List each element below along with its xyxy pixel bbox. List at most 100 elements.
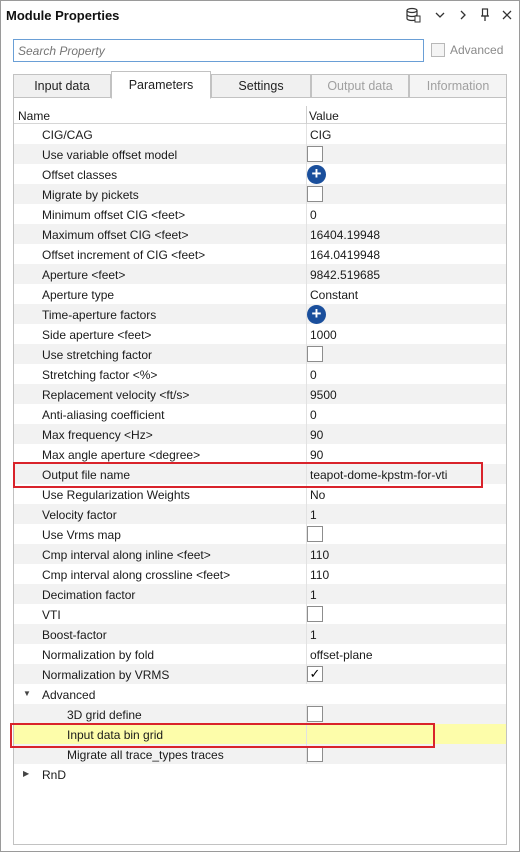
property-name: Aperture <feet> [42,268,126,282]
expand-arrow-icon[interactable]: ▼ [23,689,31,698]
collapse-arrow-icon[interactable]: ▶ [23,769,29,778]
property-checkbox[interactable] [307,606,323,622]
advanced-label: Advanced [450,43,504,57]
property-value[interactable]: 0 [310,208,317,222]
property-value[interactable]: 110 [310,568,329,582]
database-icon[interactable] [403,6,423,24]
property-name: Cmp interval along inline <feet> [42,548,211,562]
property-value[interactable]: 90 [310,428,323,442]
property-value[interactable]: Constant [310,288,358,302]
property-value[interactable]: 9500 [310,388,337,402]
property-value[interactable]: teapot-dome-kpstm-for-vti [310,468,447,482]
property-row[interactable]: Output file name teapot-dome-kpstm-for-vt… [14,464,506,484]
property-row[interactable]: Use Vrms map [14,524,506,544]
property-row[interactable]: Decimation factor 1 [14,584,506,604]
property-row[interactable]: Cmp interval along inline <feet> 110 [14,544,506,564]
property-value[interactable]: 0 [310,408,317,422]
property-row[interactable]: Replacement velocity <ft/s> 9500 [14,384,506,404]
property-name: Minimum offset CIG <feet> [42,208,186,222]
tab-settings[interactable]: Settings [211,74,311,98]
property-value[interactable]: offset-plane [310,648,373,662]
property-value[interactable]: 1 [310,508,317,522]
property-row[interactable]: ▶ RnD [14,764,506,784]
property-name: Migrate all trace_types traces [67,748,224,762]
property-checkbox[interactable] [307,346,323,362]
property-value[interactable]: No [310,488,325,502]
property-name: Use variable offset model [42,148,178,162]
property-row[interactable]: Max frequency <Hz> 90 [14,424,506,444]
property-checkbox[interactable] [307,186,323,202]
property-checkbox[interactable]: ✓ [307,666,323,682]
property-value[interactable]: 9842.519685 [310,268,380,282]
property-row[interactable]: Input data bin grid [14,724,506,744]
tab-parameters[interactable]: Parameters [111,71,211,99]
property-row[interactable]: Stretching factor <%> 0 [14,364,506,384]
add-item-icon[interactable]: + [307,305,326,324]
property-checkbox[interactable] [307,146,323,162]
property-row[interactable]: Normalization by VRMS ✓ [14,664,506,684]
property-checkbox[interactable] [307,526,323,542]
tab-output-data[interactable]: Output data [311,74,409,98]
property-row[interactable]: Use Regularization Weights No [14,484,506,504]
property-row[interactable]: Velocity factor 1 [14,504,506,524]
chevron-right-icon[interactable] [456,6,470,24]
property-value[interactable]: 16404.19948 [310,228,380,242]
property-name: Offset classes [42,168,118,182]
property-checkbox[interactable] [307,746,323,762]
property-name: Stretching factor <%> [42,368,158,382]
property-name: Use Vrms map [42,528,121,542]
property-row[interactable]: Aperture <feet> 9842.519685 [14,264,506,284]
property-name: Decimation factor [42,588,136,602]
property-row[interactable]: Time-aperture factors + [14,304,506,324]
property-row[interactable]: Migrate all trace_types traces [14,744,506,764]
property-name: Use Regularization Weights [42,488,190,502]
property-row[interactable]: CIG/CAG CIG [14,124,506,144]
property-name: Max frequency <Hz> [42,428,153,442]
property-value[interactable]: 164.0419948 [310,248,380,262]
chevron-down-icon[interactable] [433,6,447,24]
property-value[interactable]: 1 [310,628,317,642]
property-checkbox[interactable] [307,706,323,722]
property-row[interactable]: Minimum offset CIG <feet> 0 [14,204,506,224]
property-name: Advanced [42,688,96,702]
property-row[interactable]: 3D grid define [14,704,506,724]
property-value[interactable]: 0 [310,368,317,382]
property-row[interactable]: Side aperture <feet> 1000 [14,324,506,344]
property-row[interactable]: Cmp interval along crossline <feet> 110 [14,564,506,584]
add-item-icon[interactable]: + [307,165,326,184]
property-name: Migrate by pickets [42,188,139,202]
property-name: Replacement velocity <ft/s> [42,388,190,402]
property-name: CIG/CAG [42,128,93,142]
property-value[interactable]: 110 [310,548,329,562]
search-property-input[interactable] [13,39,424,62]
property-row[interactable]: Anti-aliasing coefficient 0 [14,404,506,424]
property-row[interactable]: ▼ Advanced [14,684,506,704]
property-row[interactable]: Maximum offset CIG <feet> 16404.19948 [14,224,506,244]
column-header-value[interactable]: Value [309,109,339,123]
grid-header: Name Value [14,106,506,124]
property-name: Side aperture <feet> [42,328,152,342]
property-row[interactable]: Boost-factor 1 [14,624,506,644]
property-row[interactable]: Aperture type Constant [14,284,506,304]
property-value[interactable]: 90 [310,448,323,462]
pin-icon[interactable] [478,6,492,24]
property-value[interactable]: 1 [310,588,317,602]
property-row[interactable]: Use variable offset model [14,144,506,164]
property-row[interactable]: Max angle aperture <degree> 90 [14,444,506,464]
property-row[interactable]: VTI [14,604,506,624]
panel-title: Module Properties [6,8,120,23]
property-grid: Name Value CIG/CAG CIG Use variable offset… [13,97,507,845]
property-row[interactable]: Offset classes + [14,164,506,184]
column-header-name[interactable]: Name [18,109,50,123]
advanced-checkbox[interactable] [431,43,445,57]
close-icon[interactable] [500,6,514,24]
property-row[interactable]: Use stretching factor [14,344,506,364]
property-row[interactable]: Migrate by pickets [14,184,506,204]
property-row[interactable]: Offset increment of CIG <feet> 164.041994… [14,244,506,264]
property-name: Boost-factor [42,628,107,642]
property-value[interactable]: CIG [310,128,331,142]
tab-input-data[interactable]: Input data [13,74,111,98]
property-value[interactable]: 1000 [310,328,337,342]
tab-information[interactable]: Information [409,74,507,98]
property-row[interactable]: Normalization by fold offset-plane [14,644,506,664]
